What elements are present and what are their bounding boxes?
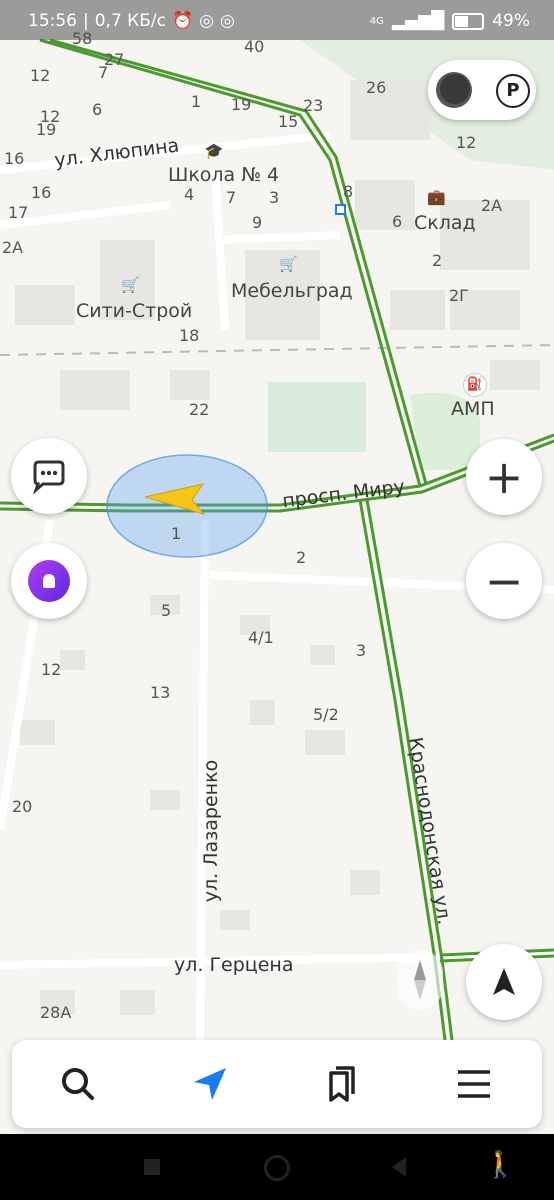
- house-number: 1: [191, 92, 202, 111]
- poi-label-amp[interactable]: АМП: [451, 398, 495, 420]
- compass-button[interactable]: [397, 950, 443, 1010]
- house-number: 12: [456, 133, 477, 152]
- sports-field: [268, 382, 366, 452]
- house-number: 2: [432, 251, 443, 270]
- house-number: 2Г: [449, 286, 469, 305]
- zoom-out-button[interactable]: −: [466, 543, 542, 619]
- recent-apps-button[interactable]: [144, 1159, 160, 1175]
- cart-icon-2[interactable]: 🛒: [279, 255, 298, 273]
- poi-label-mebelgrad[interactable]: Мебельград: [231, 280, 353, 302]
- chat-icon: [32, 460, 65, 495]
- accessibility-icon[interactable]: 🚶: [484, 1150, 516, 1180]
- minus-icon: −: [484, 554, 524, 608]
- battery-percent: 49%: [492, 11, 530, 31]
- house-number: 2А: [481, 196, 503, 215]
- bookmarks-icon: [329, 1066, 355, 1102]
- house-number: 4: [184, 185, 195, 204]
- house-number: 19: [36, 120, 57, 139]
- house-number: 3: [269, 188, 280, 207]
- house-number: 8: [343, 182, 354, 201]
- house-number: 15: [278, 112, 299, 131]
- alarm-icon: ⏰: [171, 11, 194, 31]
- house-number: 4/1: [248, 628, 274, 647]
- street-label-gertsena: ул. Герцена: [174, 954, 294, 976]
- alice-icon: [28, 560, 70, 602]
- parking-button[interactable]: P: [496, 74, 530, 108]
- house-number: 7: [98, 63, 109, 82]
- layers-icon: [440, 74, 470, 104]
- chat-button[interactable]: [11, 438, 87, 514]
- back-button[interactable]: [392, 1157, 406, 1177]
- poi-label-sklad[interactable]: Склад: [414, 212, 476, 234]
- house-number: 28А: [40, 1003, 72, 1022]
- house-number: 22: [189, 400, 210, 419]
- location-navigation-icon: [493, 968, 515, 995]
- tab-navigator[interactable]: [144, 1040, 276, 1128]
- instagram-icon-2: ◎: [220, 11, 235, 31]
- house-number: 7: [226, 188, 237, 207]
- status-time: 15:56: [28, 11, 77, 31]
- house-number: 6: [392, 212, 403, 231]
- house-number: 20: [12, 797, 33, 816]
- house-number: 1: [171, 524, 182, 543]
- tab-menu[interactable]: [408, 1040, 540, 1128]
- poi-label-school[interactable]: Школа № 4: [168, 164, 279, 186]
- briefcase-icon[interactable]: 💼: [427, 188, 447, 208]
- plus-icon: +: [484, 450, 524, 504]
- instagram-icon: ◎: [199, 11, 214, 31]
- house-number: 16: [31, 183, 52, 202]
- layers-button[interactable]: [436, 72, 472, 108]
- street-label-lazarenko: ул. Лазаренко: [200, 759, 223, 903]
- house-number: 18: [179, 326, 200, 345]
- house-number: 6: [92, 100, 103, 119]
- house-number: 13: [150, 683, 171, 702]
- tab-bookmarks[interactable]: [276, 1040, 408, 1128]
- school-icon[interactable]: 🎓: [204, 142, 224, 162]
- house-number: 17: [8, 203, 29, 222]
- house-number: 12: [41, 660, 62, 679]
- locate-me-button[interactable]: [466, 944, 542, 1020]
- house-number: 23: [303, 96, 324, 115]
- cart-icon[interactable]: 🛒: [121, 276, 140, 294]
- zoom-in-button[interactable]: +: [466, 439, 542, 515]
- bus-stop-icon[interactable]: [335, 204, 346, 215]
- house-number: 2А: [2, 238, 24, 257]
- bottom-tab-bar: [12, 1040, 542, 1128]
- house-number: 12: [30, 66, 51, 85]
- status-bar: 15:56 | 0,7 КБ/с ⏰ ◎ ◎ 4G ▂▄▆█ 49%: [0, 0, 554, 40]
- poi-label-siti-stroy[interactable]: Сити-Строй: [76, 300, 192, 322]
- house-number: 5/2: [313, 705, 339, 724]
- tab-search[interactable]: [12, 1040, 144, 1128]
- house-number: 9: [252, 213, 263, 232]
- house-number: 19: [231, 95, 252, 114]
- navigation-arrow-icon: [194, 1068, 226, 1100]
- network-type: 4G: [369, 15, 384, 27]
- search-icon: [62, 1068, 94, 1100]
- compass-icon: [414, 960, 426, 1000]
- house-number: 3: [356, 641, 367, 660]
- house-number: 2: [296, 548, 307, 567]
- menu-icon: [458, 1070, 490, 1098]
- fuel-icon[interactable]: ⛽: [463, 373, 487, 397]
- house-number: 16: [4, 149, 25, 168]
- system-navigation-bar: 🚶: [0, 1134, 554, 1200]
- battery-icon: [452, 12, 485, 30]
- parking-icon: P: [506, 80, 520, 101]
- signal-icon: ▂▄▆█: [391, 11, 445, 31]
- alice-button[interactable]: [11, 543, 87, 619]
- layers-control: P: [428, 60, 536, 120]
- house-number: 26: [366, 78, 387, 97]
- house-number: 5: [161, 601, 172, 620]
- status-network-speed: 0,7 КБ/с: [94, 11, 166, 31]
- home-button[interactable]: [264, 1155, 290, 1181]
